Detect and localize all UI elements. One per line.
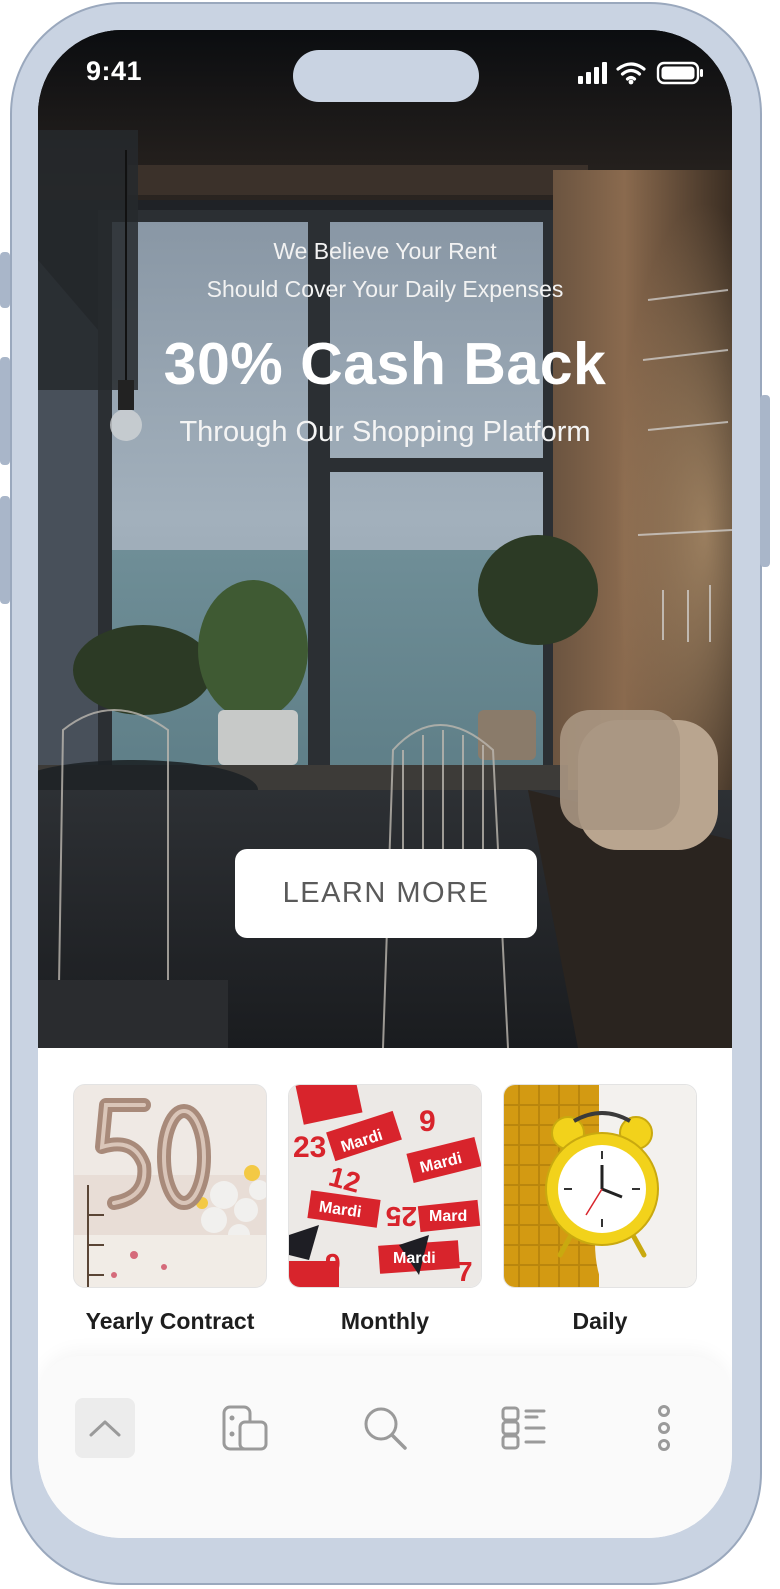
hero-tagline-line2: Should Cover Your Daily Expenses <box>206 276 564 302</box>
dynamic-island <box>293 50 479 102</box>
category-card-yearly[interactable]: Yearly Contract <box>73 1084 267 1335</box>
yearly-contract-image <box>73 1084 267 1288</box>
category-card-monthly[interactable]: 23 9 12 25 9 7 Mardi Mardi Mardi Mard Ma… <box>288 1084 482 1335</box>
calendar-pages-illustration: 23 9 12 25 9 7 Mardi Mardi Mardi Mard Ma… <box>289 1085 481 1287</box>
svg-text:9: 9 <box>419 1105 436 1138</box>
category-list: Yearly Contract 23 9 12 25 9 7 Mardi Mar… <box>38 1048 732 1358</box>
more-vertical-icon <box>658 1405 670 1451</box>
search-icon <box>364 1407 407 1450</box>
list-icon <box>501 1406 546 1450</box>
cellular-signal-icon <box>578 62 607 84</box>
svg-text:7: 7 <box>457 1256 473 1287</box>
nav-item-list[interactable] <box>494 1398 554 1458</box>
nav-item-up[interactable] <box>75 1398 135 1458</box>
svg-text:25: 25 <box>386 1201 417 1232</box>
bottom-navigation <box>38 1356 732 1538</box>
balloon-50-illustration <box>74 1085 266 1287</box>
side-button-power <box>760 395 770 567</box>
wifi-icon <box>616 62 646 81</box>
learn-more-button[interactable]: LEARN MORE <box>235 849 537 938</box>
category-label-daily: Daily <box>572 1308 628 1334</box>
nav-item-cards[interactable] <box>215 1398 275 1458</box>
alarm-clock-illustration <box>504 1085 696 1287</box>
monthly-image: 23 9 12 25 9 7 Mardi Mardi Mardi Mard Ma… <box>288 1084 482 1288</box>
status-bar: 9:41 <box>38 30 732 120</box>
svg-text:Mard: Mard <box>429 1208 467 1225</box>
status-icons <box>578 61 703 85</box>
status-time: 9:41 <box>86 56 143 86</box>
side-button-volume-up <box>0 357 10 465</box>
hero-subheadline: Through Our Shopping Platform <box>179 416 591 448</box>
side-button-action <box>0 252 10 308</box>
chevron-up-icon <box>89 1420 121 1437</box>
nav-item-search[interactable] <box>355 1398 415 1458</box>
category-card-daily[interactable]: Daily <box>503 1084 697 1335</box>
hero-tagline-line1: We Believe Your Rent <box>273 238 497 264</box>
battery-icon <box>656 61 703 85</box>
category-label-monthly: Monthly <box>340 1308 430 1334</box>
daily-image <box>503 1084 697 1288</box>
hero-banner: 9:41 We Believe Your Rent Should Cover Y… <box>38 30 732 1048</box>
phone-screen: 9:41 We Believe Your Rent Should Cover Y… <box>38 30 732 1538</box>
svg-text:23: 23 <box>293 1131 326 1164</box>
svg-text:9: 9 <box>325 1248 341 1279</box>
nav-item-more[interactable] <box>634 1398 694 1458</box>
cards-icon <box>222 1405 268 1451</box>
side-button-volume-down <box>0 496 10 604</box>
hero-headline: 30% Cash Back <box>163 331 607 397</box>
category-label-yearly: Yearly Contract <box>85 1308 255 1334</box>
svg-text:Mardi: Mardi <box>393 1250 436 1267</box>
